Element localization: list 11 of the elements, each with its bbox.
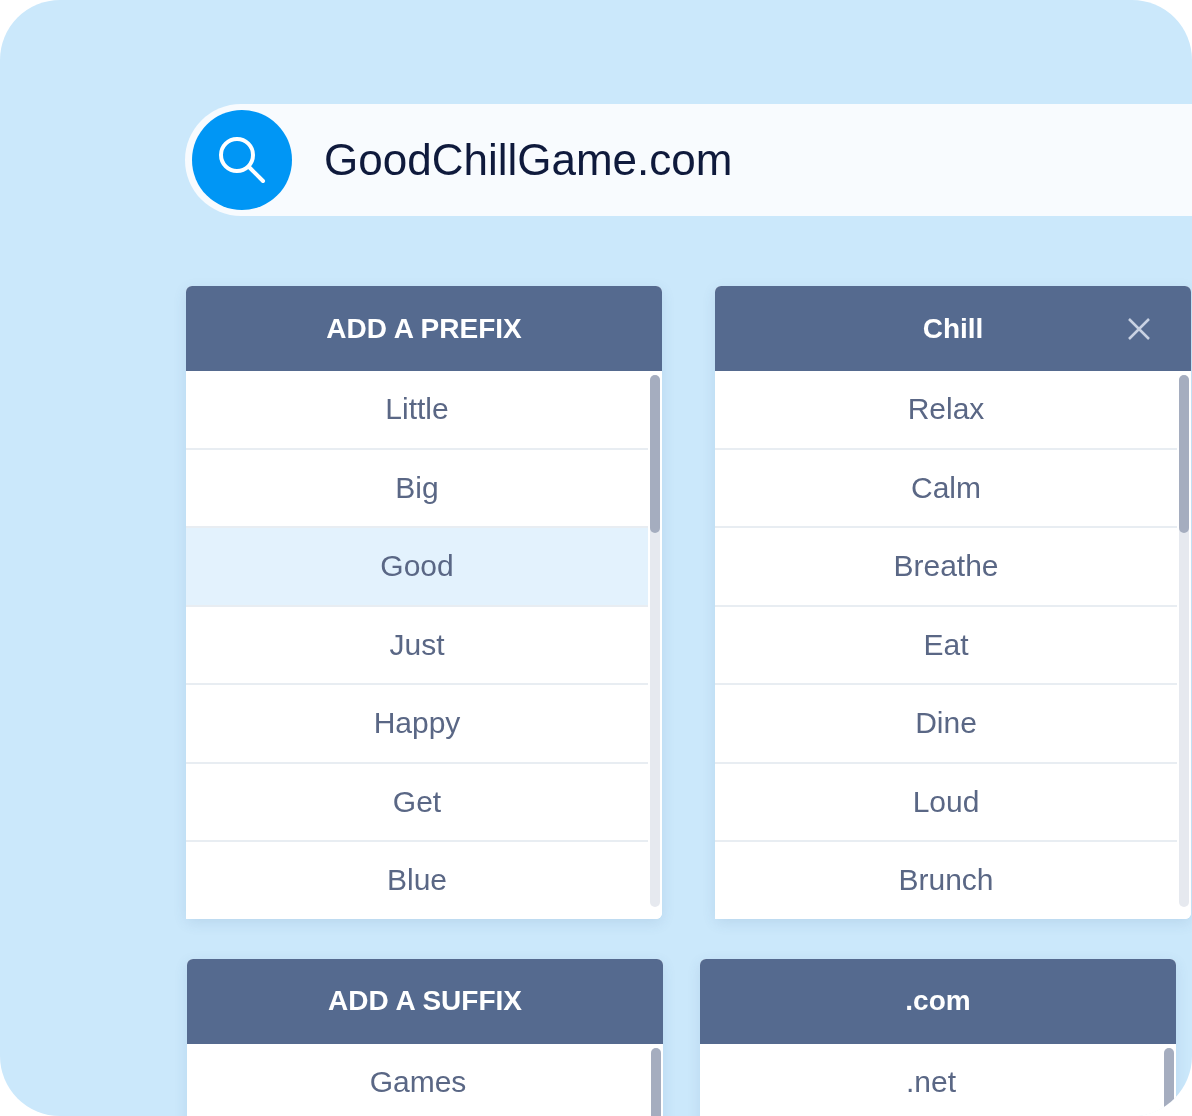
- panel-header: ADD A PREFIX: [186, 286, 662, 371]
- scrollbar[interactable]: [1179, 375, 1189, 907]
- search-field[interactable]: GoodChillGame.com: [185, 104, 1192, 216]
- scrollbar[interactable]: [650, 375, 660, 907]
- search-button[interactable]: [192, 110, 292, 210]
- panel-header: Chill: [715, 286, 1191, 371]
- panel-header: ADD A SUFFIX: [187, 958, 663, 1044]
- panel-header: .com: [700, 958, 1176, 1044]
- search-value: GoodChillGame.com: [324, 135, 733, 185]
- close-icon[interactable]: [1127, 317, 1151, 341]
- list-item[interactable]: Good: [186, 528, 648, 607]
